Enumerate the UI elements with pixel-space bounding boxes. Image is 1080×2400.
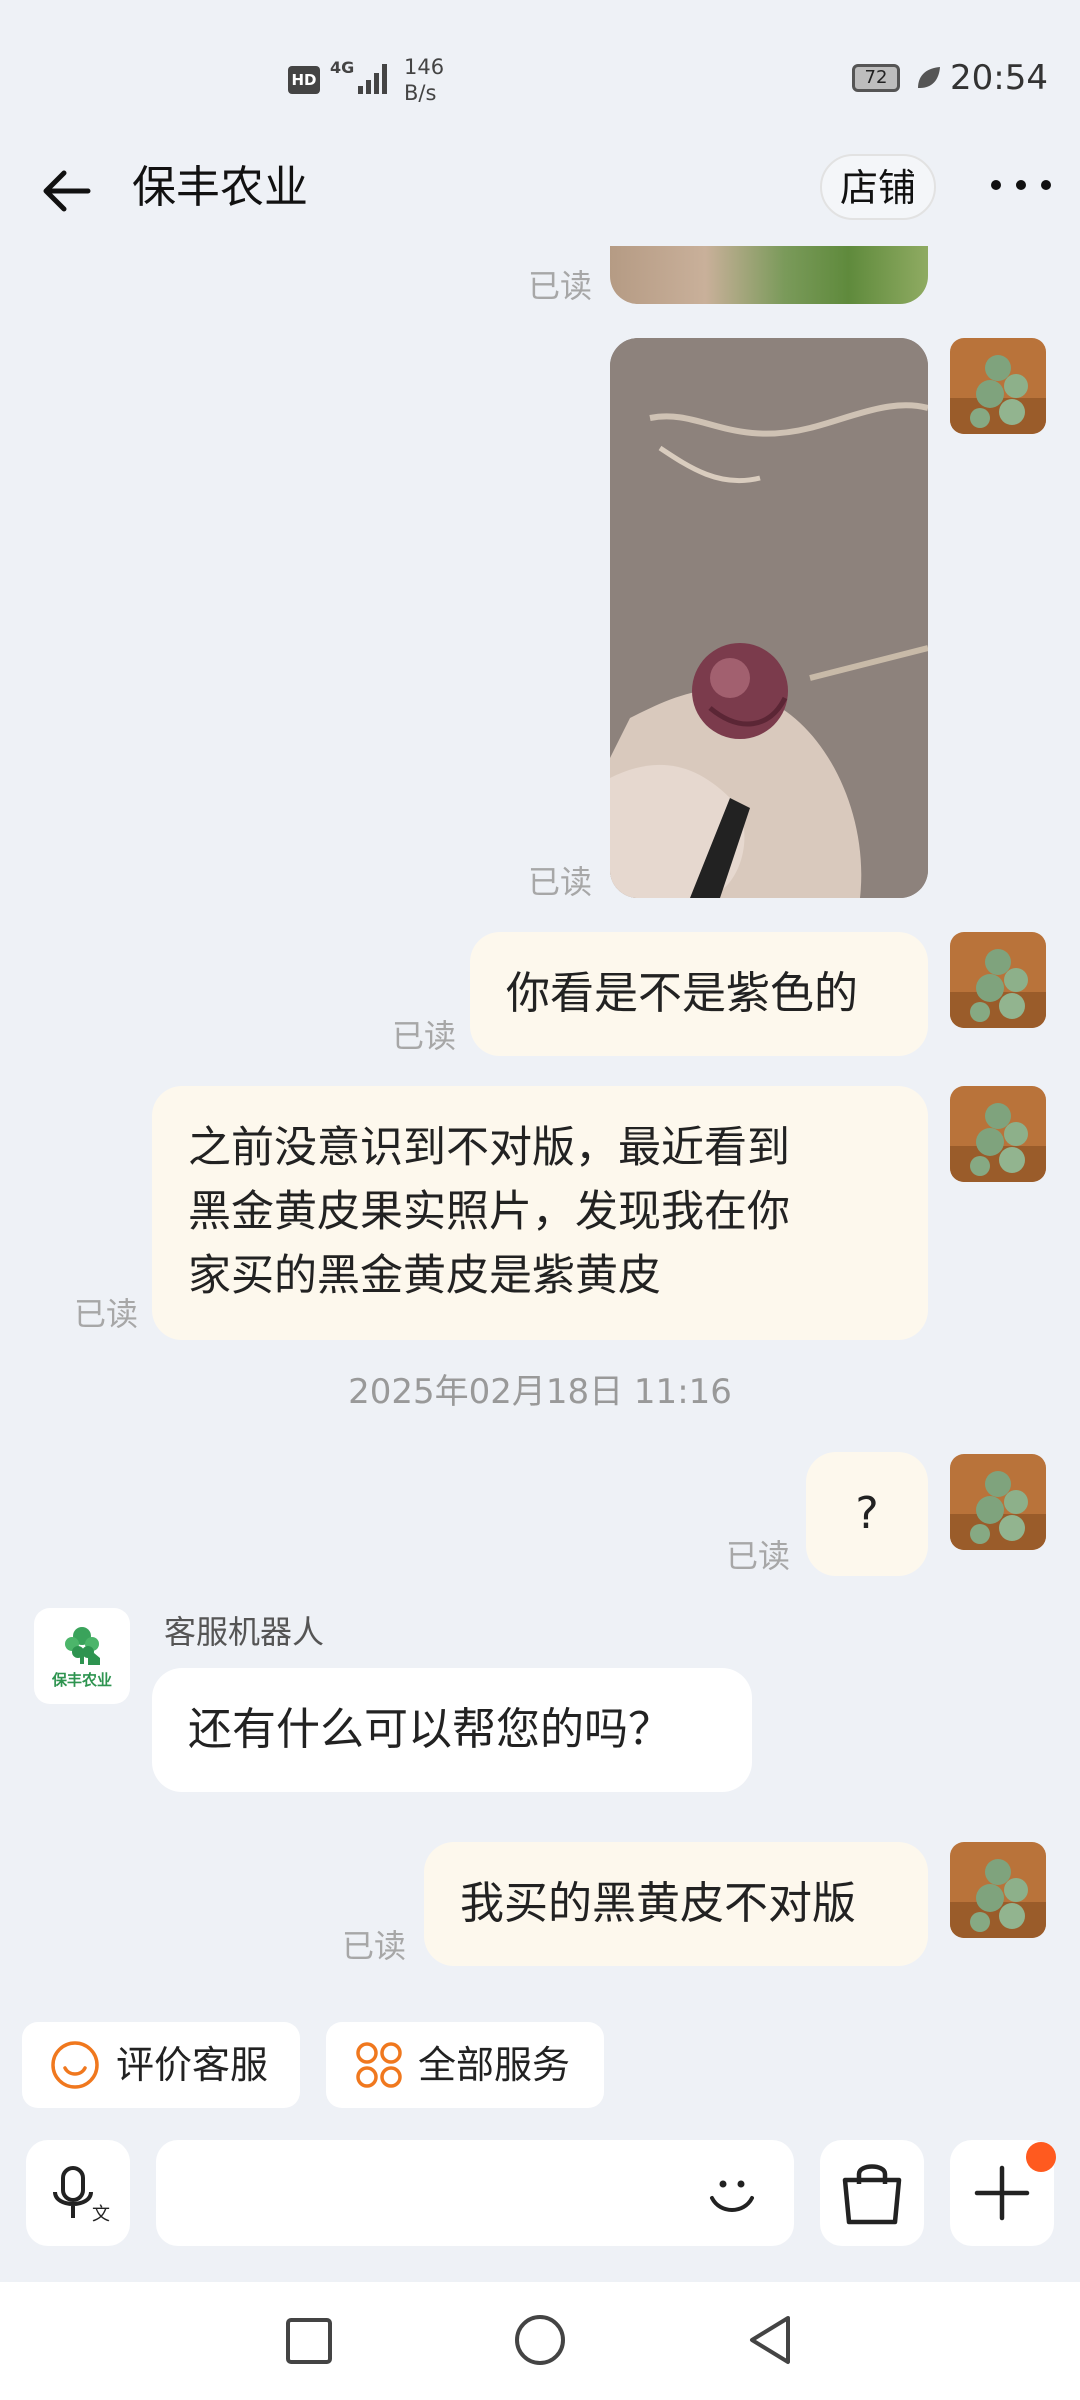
svg-text:文: 文 bbox=[92, 2204, 110, 2225]
read-receipt: 已读 bbox=[342, 1927, 407, 1965]
shop-button[interactable]: 店铺 bbox=[820, 154, 936, 220]
voice-translate-icon: 文 bbox=[53, 2166, 110, 2225]
triangle-back-icon[interactable] bbox=[744, 2312, 796, 2368]
message-bubble[interactable]: 我买的黑黄皮不对版 bbox=[424, 1842, 928, 1966]
chat-image-partial[interactable] bbox=[610, 246, 928, 304]
message-bubble[interactable]: 你看是不是紫色的 bbox=[470, 932, 928, 1056]
grid-services-icon bbox=[356, 2042, 402, 2088]
rate-service-label: 评价客服 bbox=[116, 2043, 269, 2087]
user-avatar[interactable] bbox=[950, 932, 1046, 1028]
chat-area: 已读 已读 已读 你看是不是紫色的 已读 之前没意识到不对版，最近看到 黑金黄皮… bbox=[0, 246, 1080, 2006]
message-text: 你看是不是紫色的 bbox=[506, 968, 858, 1019]
all-services-button[interactable]: 全部服务 bbox=[326, 2022, 604, 2108]
bot-avatar[interactable]: 保丰农业 bbox=[34, 1608, 130, 1704]
message-input[interactable] bbox=[156, 2140, 794, 2246]
emoji-icon[interactable] bbox=[702, 2164, 762, 2224]
read-receipt: 已读 bbox=[528, 267, 593, 305]
square-recents-icon[interactable] bbox=[284, 2316, 334, 2366]
rate-service-button[interactable]: 评价客服 bbox=[22, 2022, 300, 2108]
message-bubble[interactable]: 之前没意识到不对版，最近看到 黑金黄皮果实照片，发现我在你 家买的黑金黄皮是紫黄… bbox=[152, 1086, 928, 1340]
speed-unit: B/s bbox=[404, 81, 437, 105]
battery-indicator: 72 bbox=[852, 64, 900, 92]
more-dots-icon[interactable] bbox=[986, 170, 1056, 200]
message-text: 还有什么可以帮您的吗？ bbox=[188, 1704, 672, 1755]
chat-image-fruit[interactable] bbox=[610, 338, 928, 898]
clock: 20:54 bbox=[950, 58, 1048, 98]
all-services-label: 全部服务 bbox=[418, 2043, 571, 2087]
message-bubble[interactable]: ? bbox=[806, 1452, 928, 1576]
message-line: 之前没意识到不对版，最近看到 bbox=[188, 1123, 790, 1173]
network-type: 4G bbox=[330, 58, 355, 77]
read-receipt: 已读 bbox=[392, 1017, 457, 1055]
read-receipt: 已读 bbox=[726, 1537, 791, 1575]
read-receipt: 已读 bbox=[74, 1295, 139, 1333]
user-avatar[interactable] bbox=[950, 1454, 1046, 1550]
smiley-icon bbox=[51, 2041, 99, 2089]
page-title: 保丰农业 bbox=[132, 162, 308, 213]
cactus-avatar-icon bbox=[950, 338, 1046, 434]
speed-value: 146 bbox=[404, 55, 445, 79]
arrow-left-icon[interactable] bbox=[36, 160, 98, 222]
notification-dot bbox=[1026, 2142, 1056, 2172]
shopping-bag-icon bbox=[842, 2164, 902, 2225]
signal-icon bbox=[358, 64, 387, 94]
cactus-avatar-icon bbox=[950, 932, 1046, 1028]
user-avatar[interactable] bbox=[950, 338, 1046, 434]
hd-icon: HD bbox=[288, 66, 320, 94]
user-avatar[interactable] bbox=[950, 1842, 1046, 1938]
status-bar: HD 4G 146 B/s 72 20:54 bbox=[0, 0, 1080, 110]
fruit-photo-illustration bbox=[610, 338, 928, 898]
message-bubble[interactable]: 还有什么可以帮您的吗？ bbox=[152, 1668, 752, 1792]
leaf-icon bbox=[918, 67, 940, 88]
circle-home-icon[interactable] bbox=[512, 2312, 568, 2368]
message-line: 黑金黄皮果实照片，发现我在你 bbox=[188, 1187, 790, 1237]
user-avatar[interactable] bbox=[950, 1086, 1046, 1182]
network-speed: 146 B/s bbox=[404, 54, 444, 106]
cactus-avatar-icon bbox=[950, 1086, 1046, 1182]
cactus-avatar-icon bbox=[950, 1454, 1046, 1550]
cactus-avatar-icon bbox=[950, 1842, 1046, 1938]
bot-name: 客服机器人 bbox=[164, 1613, 325, 1651]
message-line: 家买的黑金黄皮是紫黄皮 bbox=[188, 1251, 661, 1301]
message-text: ? bbox=[855, 1488, 879, 1539]
shop-bag-button[interactable] bbox=[820, 2140, 924, 2246]
system-nav-bar bbox=[0, 2282, 1080, 2400]
read-receipt: 已读 bbox=[528, 863, 593, 901]
bot-logo-text: 保丰农业 bbox=[51, 1671, 112, 1689]
message-text: 我买的黑黄皮不对版 bbox=[460, 1878, 856, 1929]
chat-timestamp: 2025年02月18日 11:16 bbox=[348, 1372, 732, 1412]
voice-button[interactable]: 文 bbox=[26, 2140, 130, 2246]
